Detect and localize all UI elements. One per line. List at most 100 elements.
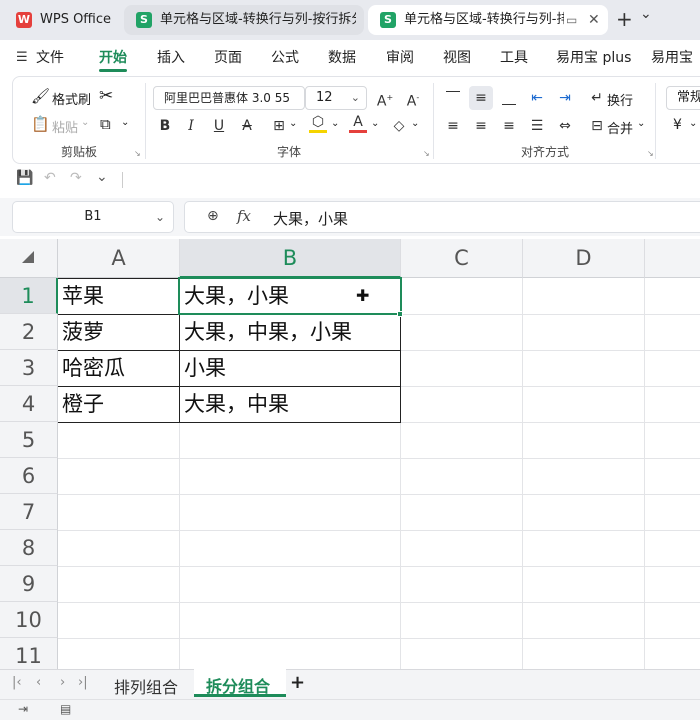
name-box[interactable]: B1 ⌄ bbox=[12, 201, 174, 233]
eraser-dropdown-icon[interactable]: ⌄ bbox=[411, 118, 419, 129]
sheet-tab-1[interactable]: 排列组合 bbox=[114, 674, 178, 698]
menu-easy[interactable]: 易用宝 bbox=[651, 47, 693, 67]
tab-list-chevron-icon[interactable]: ⌄ bbox=[640, 6, 652, 22]
macro-icon[interactable]: ⇥ bbox=[18, 702, 28, 716]
dialog-launcher-icon[interactable]: ↘ bbox=[647, 149, 654, 158]
column-header-a[interactable]: A bbox=[58, 239, 180, 278]
undo-icon[interactable]: ↶ bbox=[44, 170, 56, 186]
menu-file[interactable]: 文件 bbox=[36, 47, 64, 67]
menu-easy-plus[interactable]: 易用宝 plus bbox=[556, 47, 631, 67]
number-format-select[interactable]: 常规 bbox=[666, 86, 700, 110]
align-right-icon[interactable]: ≡ bbox=[497, 114, 521, 138]
column-header-c[interactable]: C bbox=[401, 239, 523, 278]
menu-home[interactable]: 开始 bbox=[99, 47, 127, 67]
copy-icon[interactable]: ⧉ bbox=[100, 115, 111, 133]
select-all-corner[interactable] bbox=[0, 239, 58, 278]
dialog-launcher-icon[interactable]: ↘ bbox=[423, 149, 430, 158]
border-icon[interactable]: ⊞ bbox=[267, 114, 291, 138]
formula-bar[interactable]: ⊕ fx 大果，小果 bbox=[184, 201, 700, 233]
fill-dropdown-icon[interactable]: ⌄ bbox=[331, 118, 339, 129]
merge-cells-button[interactable]: 合并 bbox=[607, 118, 633, 137]
bold-icon[interactable]: B bbox=[153, 114, 177, 138]
align-bottom-icon[interactable]: ⎽ bbox=[497, 86, 521, 110]
cell-b3[interactable]: 小果 bbox=[180, 350, 400, 386]
dialog-launcher-icon[interactable]: ↘ bbox=[134, 149, 141, 158]
row-header-6[interactable]: 6 bbox=[0, 458, 58, 494]
merge-dropdown-icon[interactable]: ⌄ bbox=[637, 118, 645, 129]
menu-page[interactable]: 页面 bbox=[214, 47, 242, 67]
cell-a3[interactable]: 哈密瓜 bbox=[58, 350, 179, 386]
last-sheet-icon[interactable]: ›| bbox=[78, 675, 88, 690]
row-header-2[interactable]: 2 bbox=[0, 314, 58, 350]
tab-document-1[interactable]: S 单元格与区域-转换行与列-按行拆分 bbox=[124, 5, 364, 35]
currency-icon[interactable]: ¥ bbox=[673, 117, 682, 133]
function-fx-icon[interactable]: fx bbox=[237, 207, 251, 225]
font-color-dropdown-icon[interactable]: ⌄ bbox=[371, 118, 379, 129]
row-header-11[interactable]: 11 bbox=[0, 638, 58, 669]
copy-dropdown-icon[interactable]: ⌄ bbox=[121, 117, 129, 128]
merge-cells-icon[interactable]: ⊟ bbox=[585, 114, 609, 138]
wrap-text-icon[interactable]: ↵ bbox=[585, 86, 609, 110]
cell-a1[interactable]: 苹果 bbox=[58, 278, 179, 314]
currency-dropdown-icon[interactable]: ⌄ bbox=[689, 118, 697, 129]
sheet-tab-2-active[interactable]: 拆分组合 bbox=[194, 669, 286, 697]
quick-access-dropdown-icon[interactable]: ⌄ bbox=[96, 169, 108, 185]
cut-icon[interactable]: ✂ bbox=[99, 86, 113, 106]
column-header-b[interactable]: B bbox=[180, 239, 401, 278]
menu-formula[interactable]: 公式 bbox=[271, 47, 299, 67]
next-sheet-icon[interactable]: › bbox=[60, 675, 65, 690]
tab-wps-office[interactable]: W WPS Office bbox=[4, 5, 120, 35]
sheet-view-icon[interactable]: ▤ bbox=[60, 702, 71, 716]
align-center-icon[interactable]: ≡ bbox=[469, 114, 493, 138]
cell-b4[interactable]: 大果，中果 bbox=[180, 386, 400, 422]
row-header-8[interactable]: 8 bbox=[0, 530, 58, 566]
new-tab-icon[interactable]: + bbox=[616, 7, 633, 31]
tab-document-2-active[interactable]: S 单元格与区域-转换行与列-排 ▭ ✕ bbox=[368, 5, 608, 35]
prev-sheet-icon[interactable]: ‹ bbox=[36, 675, 41, 690]
menu-data[interactable]: 数据 bbox=[328, 47, 356, 67]
decrease-font-icon[interactable]: A- bbox=[401, 86, 425, 110]
row-header-9[interactable]: 9 bbox=[0, 566, 58, 602]
paste-button[interactable]: 粘贴 bbox=[52, 117, 78, 136]
font-name-select[interactable]: 阿里巴巴普惠体 3.0 55 bbox=[153, 86, 305, 110]
redo-icon[interactable]: ↷ bbox=[70, 170, 82, 186]
increase-indent-icon[interactable]: ⇥ bbox=[553, 86, 577, 110]
close-tab-icon[interactable]: ✕ bbox=[588, 5, 600, 35]
first-sheet-icon[interactable]: |‹ bbox=[12, 675, 22, 690]
row-header-3[interactable]: 3 bbox=[0, 350, 58, 386]
cell-a2[interactable]: 菠萝 bbox=[58, 314, 179, 350]
font-color-icon[interactable]: A bbox=[349, 113, 367, 133]
menu-review[interactable]: 审阅 bbox=[386, 47, 414, 67]
row-header-1[interactable]: 1 bbox=[0, 278, 58, 314]
cell-a4[interactable]: 橙子 bbox=[58, 386, 179, 422]
italic-icon[interactable]: I bbox=[179, 114, 203, 138]
cell-b2[interactable]: 大果，中果，小果 bbox=[180, 314, 400, 350]
strikethrough-icon[interactable]: A bbox=[235, 114, 259, 138]
row-header-10[interactable]: 10 bbox=[0, 602, 58, 638]
align-top-icon[interactable]: ⎺ bbox=[441, 86, 465, 110]
justify-icon[interactable]: ☰ bbox=[525, 114, 549, 138]
save-icon[interactable]: 💾 bbox=[16, 170, 33, 186]
underline-icon[interactable]: U bbox=[207, 114, 231, 138]
column-header-e[interactable] bbox=[645, 239, 700, 278]
align-middle-icon[interactable]: ≡ bbox=[469, 86, 493, 110]
format-painter-button[interactable]: 格式刷 bbox=[52, 89, 91, 108]
increase-font-icon[interactable]: A+ bbox=[373, 86, 397, 110]
format-painter-icon[interactable]: 🖌 bbox=[31, 87, 50, 105]
fill-color-icon[interactable]: ⬡ bbox=[309, 113, 327, 133]
row-header-7[interactable]: 7 bbox=[0, 494, 58, 530]
hamburger-menu-icon[interactable]: ☰ bbox=[16, 50, 28, 65]
row-header-5[interactable]: 5 bbox=[0, 422, 58, 458]
fill-handle[interactable] bbox=[397, 311, 403, 317]
formula-input[interactable]: 大果，小果 bbox=[273, 208, 348, 229]
column-header-d[interactable]: D bbox=[523, 239, 645, 278]
font-size-select[interactable]: 12 ⌄ bbox=[305, 86, 367, 110]
add-sheet-icon[interactable]: + bbox=[290, 672, 305, 693]
menu-view[interactable]: 视图 bbox=[443, 47, 471, 67]
distributed-icon[interactable]: ⇔ bbox=[553, 114, 577, 138]
menu-tools[interactable]: 工具 bbox=[500, 47, 528, 67]
align-left-icon[interactable]: ≡ bbox=[441, 114, 465, 138]
zoom-search-icon[interactable]: ⊕ bbox=[207, 208, 219, 224]
menu-insert[interactable]: 插入 bbox=[157, 47, 185, 67]
row-header-4[interactable]: 4 bbox=[0, 386, 58, 422]
